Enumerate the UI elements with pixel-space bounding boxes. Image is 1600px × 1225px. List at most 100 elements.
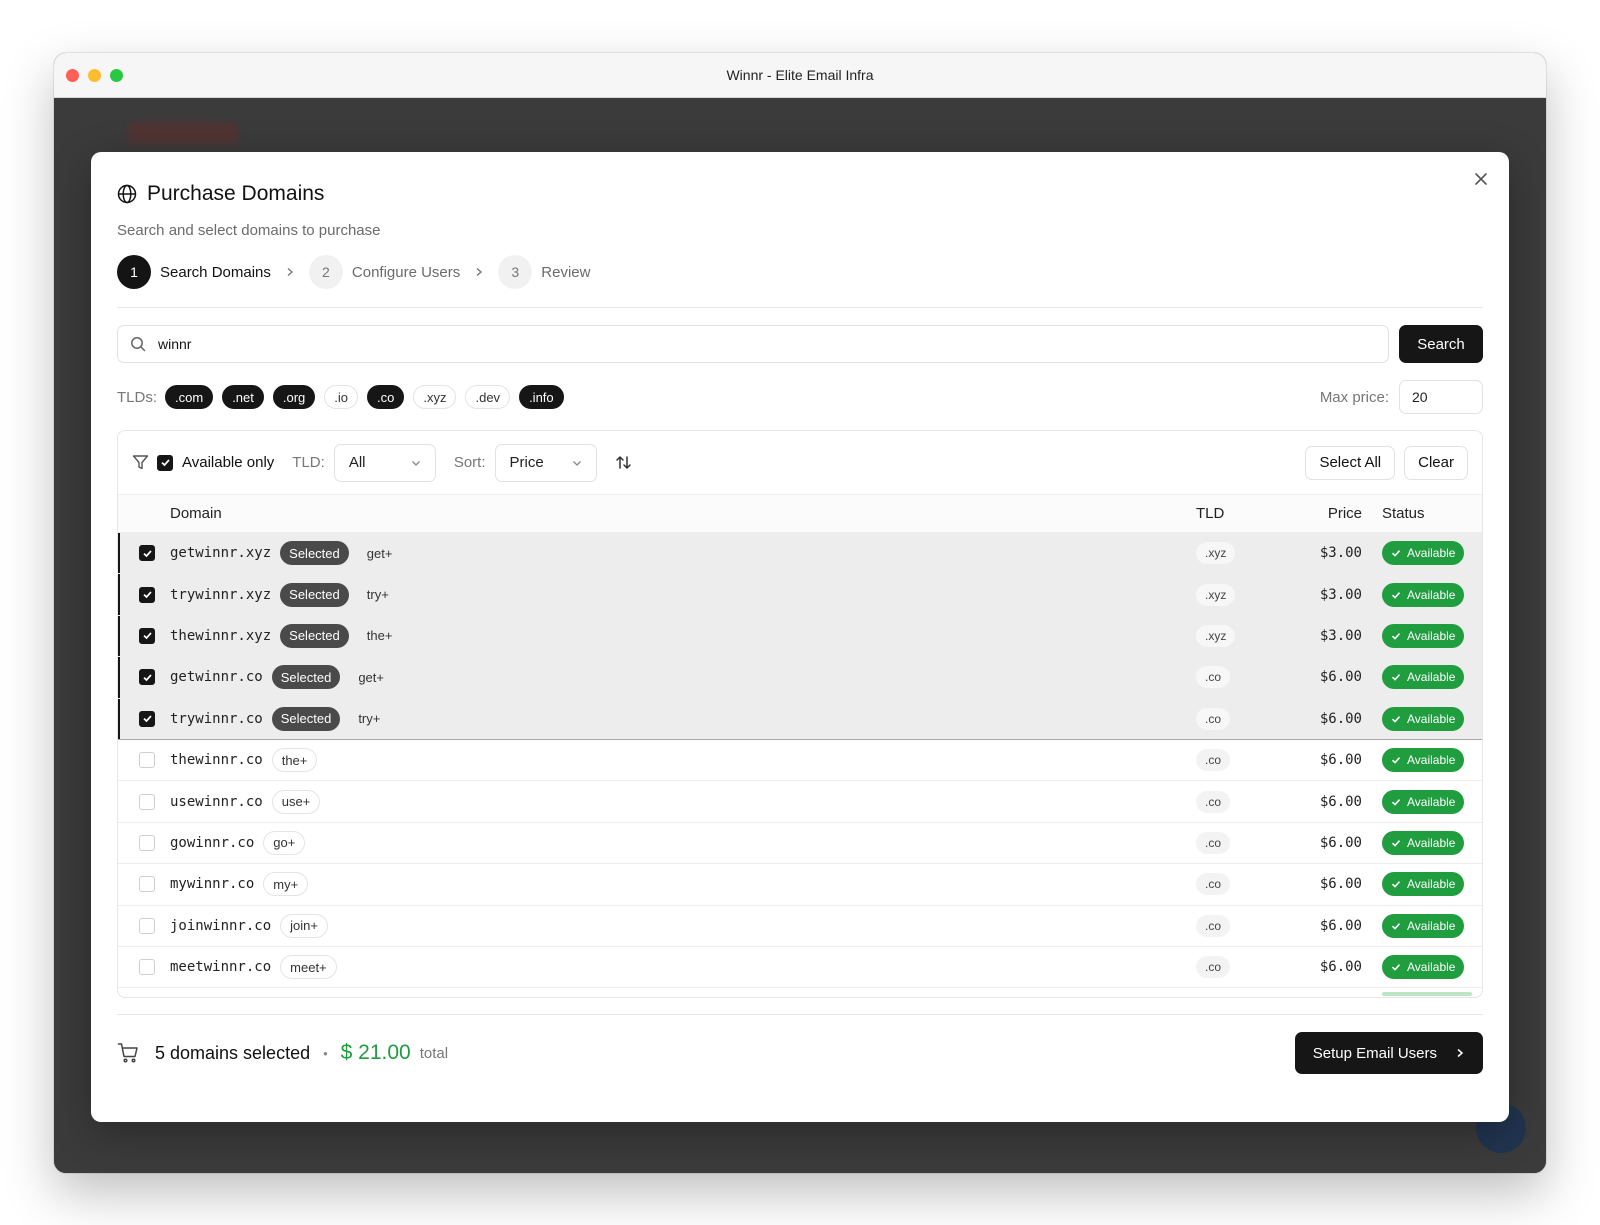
close-icon — [1475, 173, 1487, 185]
status-label: Available — [1407, 960, 1456, 975]
check-icon — [142, 591, 152, 599]
header-tld[interactable]: TLD — [1196, 505, 1276, 522]
tld-pill: .co — [1196, 873, 1231, 896]
footer-separator: • — [323, 1045, 328, 1061]
table-row[interactable]: trywinnr.co Selected try+ .co $6.00 Available — [118, 698, 1482, 740]
table-row[interactable]: mywinnr.co my+ .co $6.00 Available — [118, 864, 1482, 906]
domain-name: gowinnr.co — [170, 834, 255, 851]
tld-pill: .co — [1196, 790, 1231, 813]
available-only-toggle[interactable]: Available only — [157, 454, 274, 471]
table-row[interactable]: getwinnr.xyz Selected get+ .xyz $3.00 Availab… — [118, 533, 1482, 575]
tld-pill: .co — [1196, 956, 1231, 979]
price: $6.00 — [1319, 752, 1362, 769]
clear-button[interactable]: Clear — [1404, 445, 1468, 480]
app-window: Winnr - Elite Email Infra Purchase Domai… — [54, 53, 1546, 1173]
chevron-right-icon — [476, 267, 483, 277]
price: $6.00 — [1319, 959, 1362, 976]
row-checkbox[interactable] — [139, 834, 155, 851]
prefix-tag: try+ — [358, 711, 381, 727]
tlds-label: TLDs: — [117, 388, 158, 406]
tld-chip[interactable]: .com — [165, 385, 214, 409]
status-label: Available — [1407, 670, 1456, 685]
prefix-tag: get+ — [366, 545, 393, 561]
sort-select[interactable]: Price — [494, 443, 597, 482]
tld-chip[interactable]: .co — [367, 385, 405, 409]
row-checkbox[interactable] — [139, 917, 155, 934]
domain-name: getwinnr.co — [170, 669, 263, 686]
header-price[interactable]: Price — [1276, 505, 1378, 522]
check-icon — [142, 550, 152, 557]
search-button[interactable]: Search — [1399, 325, 1483, 363]
close-modal-button[interactable] — [1471, 170, 1491, 190]
modal-footer: 5 domains selected • $ 21.00 total Setup… — [117, 1032, 1483, 1074]
row-checkbox[interactable] — [139, 752, 155, 769]
tld-chip[interactable]: .info — [519, 385, 564, 409]
modal-subtitle: Search and select domains to purchase — [117, 222, 381, 239]
check-icon — [1391, 839, 1401, 847]
check-icon — [1391, 922, 1401, 930]
table-body: getwinnr.xyz Selected get+ .xyz $3.00 Availab… — [118, 533, 1482, 989]
row-checkbox[interactable] — [139, 710, 155, 727]
row-checkbox[interactable] — [139, 627, 155, 644]
row-checkbox[interactable] — [139, 586, 155, 603]
status-label: Available — [1407, 711, 1456, 726]
step-configure-users[interactable]: 2 Configure Users — [308, 255, 460, 289]
tld-chip[interactable]: .org — [272, 385, 316, 409]
step-number: 2 — [308, 255, 343, 289]
table-row[interactable]: trywinnr.xyz Selected try+ .xyz $3.00 Availab… — [118, 574, 1482, 616]
table-header: Domain TLD Price Status — [118, 495, 1482, 533]
table-row[interactable]: thewinnr.co the+ .co $6.00 Available — [118, 740, 1482, 782]
tld-select[interactable]: All — [333, 443, 436, 482]
row-checkbox[interactable] — [139, 545, 155, 562]
tld-chip[interactable]: .xyz — [413, 385, 457, 409]
check-icon — [142, 715, 152, 723]
max-price-input[interactable] — [1399, 380, 1483, 414]
tld-chip[interactable]: .dev — [465, 385, 511, 409]
status-label: Available — [1407, 587, 1456, 602]
row-checkbox[interactable] — [139, 793, 155, 810]
price: $6.00 — [1319, 876, 1362, 893]
tld-chip[interactable]: .net — [222, 385, 264, 409]
tld-filter-label: TLD: — [292, 454, 325, 471]
table-row[interactable]: thewinnr.xyz Selected the+ .xyz $3.00 Availab… — [118, 615, 1482, 658]
check-icon — [142, 674, 152, 682]
max-price-label: Max price: — [1319, 388, 1389, 406]
status-label: Available — [1407, 877, 1456, 892]
table-row[interactable]: gowinnr.co go+ .co $6.00 Available — [118, 823, 1482, 865]
check-icon — [1391, 798, 1401, 806]
tld-pill: .co — [1196, 707, 1231, 730]
sort-direction-button[interactable] — [613, 452, 635, 474]
select-all-button[interactable]: Select All — [1305, 445, 1396, 480]
next-row-peek — [118, 988, 1482, 997]
setup-email-users-button[interactable]: Setup Email Users — [1294, 1032, 1483, 1074]
prefix-tag: the+ — [366, 628, 393, 644]
selected-badge: Selected — [271, 665, 341, 690]
tld-chip[interactable]: .io — [324, 385, 359, 409]
status-badge: Available — [1382, 913, 1465, 938]
domain-name: mywinnr.co — [170, 876, 255, 893]
selected-badge: Selected — [280, 623, 349, 648]
row-checkbox[interactable] — [139, 669, 155, 686]
header-domain[interactable]: Domain — [170, 505, 1196, 522]
header-status[interactable]: Status — [1378, 505, 1482, 522]
status-badge: Available — [1382, 748, 1465, 773]
table-row[interactable]: usewinnr.co use+ .co $6.00 Available — [118, 781, 1482, 823]
search-row: Search — [117, 325, 1483, 363]
step-review[interactable]: 3 Review — [498, 255, 590, 289]
check-icon — [1391, 633, 1401, 640]
table-row[interactable]: getwinnr.co Selected get+ .co $6.00 Available — [118, 657, 1482, 699]
domain-name: trywinnr.xyz — [170, 586, 272, 603]
search-input[interactable] — [158, 336, 1376, 352]
available-only-checkbox[interactable] — [157, 454, 173, 471]
status-label: Available — [1407, 628, 1456, 643]
row-checkbox[interactable] — [139, 876, 155, 893]
title-bar: Winnr - Elite Email Infra — [54, 53, 1546, 98]
step-search-domains[interactable]: 1 Search Domains — [117, 255, 271, 289]
row-checkbox[interactable] — [139, 959, 155, 976]
prefix-tag: get+ — [358, 669, 384, 685]
tld-pill: .xyz — [1196, 624, 1236, 647]
chevron-right-icon — [1457, 1048, 1464, 1058]
table-row[interactable]: meetwinnr.co meet+ .co $6.00 Available — [118, 947, 1482, 989]
price: $6.00 — [1319, 669, 1362, 686]
table-row[interactable]: joinwinnr.co join+ .co $6.00 Available — [118, 906, 1482, 947]
